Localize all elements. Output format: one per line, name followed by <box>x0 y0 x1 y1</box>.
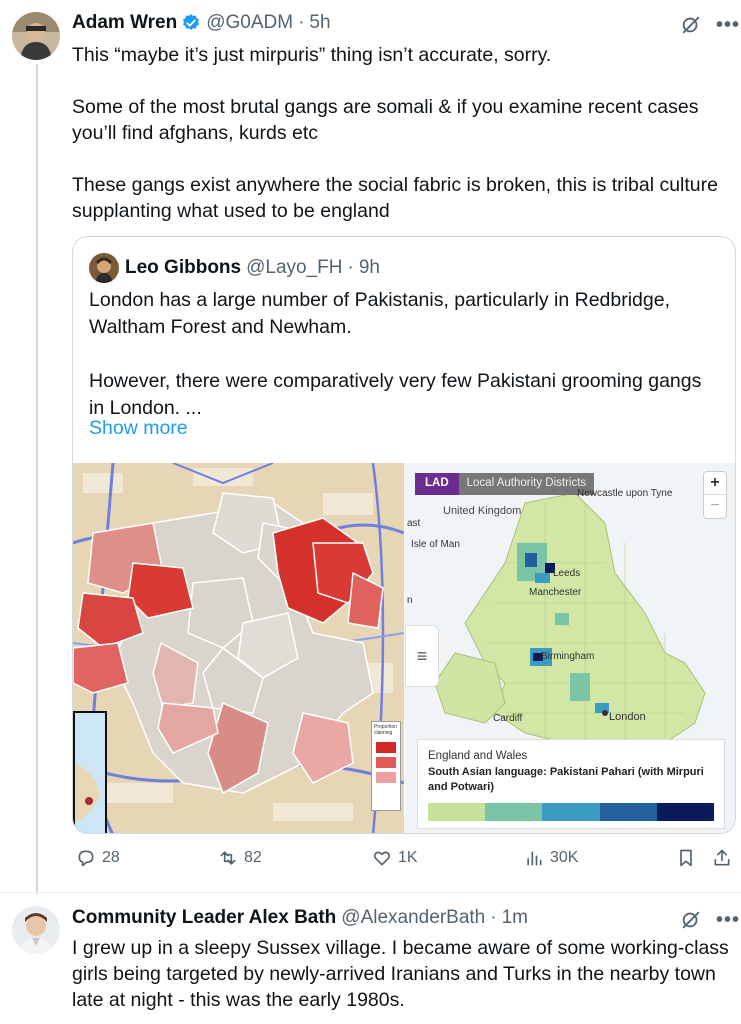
reply-body: I grew up in a sleepy Sussex village. I … <box>72 935 734 1013</box>
place-label: Birmingham <box>541 651 595 662</box>
reply-top-actions: ••• <box>680 909 740 931</box>
like-count: 1K <box>398 849 418 866</box>
more-options-icon[interactable]: ••• <box>716 910 740 930</box>
tweet-action-bar: 28 82 1K 30K <box>72 848 736 878</box>
layer-selector[interactable]: LAD Local Authority Districts <box>415 473 595 495</box>
tweet-separator <box>0 892 741 893</box>
legend-title: England and Wales <box>428 750 528 762</box>
reply-time[interactable]: 1m <box>502 907 528 929</box>
tweet-body: This “maybe it’s just mirpuris” thing is… <box>72 42 732 224</box>
reply-author-name[interactable]: Community Leader Alex Bath <box>72 907 336 929</box>
scale-step <box>656 803 715 821</box>
scale-step <box>542 803 600 821</box>
legend-swatch-mid <box>376 757 396 768</box>
map-legend: England and Wales South Asian language: … <box>417 739 725 829</box>
scale-step <box>428 803 486 821</box>
lad-layer-name[interactable]: Local Authority Districts <box>458 473 595 495</box>
quote-paragraph: London has a large number of Pakistanis,… <box>89 289 671 338</box>
place-label: ast <box>407 518 421 529</box>
share-button[interactable] <box>712 848 732 868</box>
separator-dot: · <box>490 907 497 928</box>
repost-count: 82 <box>244 849 262 866</box>
tweet-top-actions: ••• <box>680 14 740 36</box>
separator-dot: · <box>347 257 354 278</box>
author-handle[interactable]: @G0ADM <box>206 12 293 34</box>
tweet-time[interactable]: 5h <box>309 12 330 34</box>
separator-dot: · <box>298 12 305 33</box>
place-label: London <box>609 711 646 723</box>
repost-button[interactable]: 82 <box>218 848 262 868</box>
zoom-out-button[interactable]: − <box>704 495 726 518</box>
grok-icon[interactable] <box>680 14 702 36</box>
quote-paragraph: However, there were comparatively very f… <box>89 370 702 419</box>
legend-subtitle: South Asian language: Pakistani Pahari (… <box>428 766 704 793</box>
place-label: United Kingdom <box>443 505 522 517</box>
show-more-link[interactable]: Show more <box>89 417 188 440</box>
place-label: n <box>407 595 413 606</box>
quote-body: London has a large number of Pakistanis,… <box>89 287 719 422</box>
legend-swatch-low <box>376 772 396 783</box>
scale-step <box>485 803 543 821</box>
author-avatar[interactable] <box>12 12 60 60</box>
zoom-in-button[interactable]: + <box>704 472 726 495</box>
share-icon <box>714 849 730 866</box>
like-button[interactable]: 1K <box>372 848 418 868</box>
bookmark-icon <box>680 849 692 867</box>
zoom-controls: + − <box>703 471 727 519</box>
quote-time[interactable]: 9h <box>359 257 380 279</box>
repost-icon <box>220 851 236 865</box>
england-wales-map[interactable]: LAD Local Authority Districts + − ≡ Newc… <box>405 463 735 833</box>
bookmark-button[interactable] <box>676 848 696 868</box>
views-chart-icon <box>527 851 542 866</box>
quote-header: Leo Gibbons @Layo_FH · 9h <box>89 253 380 283</box>
map-inset <box>73 711 107 833</box>
quote-author-handle[interactable]: @Layo_FH <box>246 257 342 279</box>
reply-icon <box>78 850 94 867</box>
london-map-graphic <box>73 463 404 833</box>
quoted-tweet[interactable]: Leo Gibbons @Layo_FH · 9h London has a l… <box>72 236 736 834</box>
reply-author-handle[interactable]: @AlexanderBath <box>341 907 485 929</box>
place-label: Leeds <box>553 568 581 579</box>
legend-swatch-high <box>376 742 396 753</box>
reply-header: Community Leader Alex Bath @AlexanderBat… <box>72 907 528 929</box>
london-borough-map[interactable]: Proportion claiming <box>73 463 404 833</box>
lad-tag[interactable]: LAD <box>415 473 459 495</box>
reply-text: I grew up in a sleepy Sussex village. I … <box>72 937 729 1011</box>
quote-author-name[interactable]: Leo Gibbons <box>125 257 241 279</box>
proportion-legend: Proportion claiming <box>371 721 401 811</box>
map-menu-button[interactable]: ≡ <box>405 625 439 687</box>
thread-line <box>36 64 38 894</box>
place-label: Cardiff <box>493 713 523 724</box>
views-button[interactable]: 30K <box>524 848 578 868</box>
view-count: 30K <box>550 849 579 866</box>
quote-author-avatar[interactable] <box>89 253 119 283</box>
scale-step <box>599 803 657 821</box>
more-options-icon[interactable]: ••• <box>716 15 740 35</box>
verified-badge-icon <box>183 14 200 30</box>
reply-count: 28 <box>102 849 120 866</box>
legend-color-scale <box>428 803 715 821</box>
proportion-legend-label: Proportion claiming <box>374 724 398 736</box>
author-name[interactable]: Adam Wren <box>72 12 177 34</box>
place-label: Isle of Man <box>411 539 460 550</box>
place-label: Manchester <box>529 587 582 598</box>
grok-icon[interactable] <box>680 909 702 931</box>
reply-button[interactable]: 28 <box>76 848 120 868</box>
tweet-paragraph: These gangs exist anywhere the social fa… <box>72 174 718 222</box>
heart-icon <box>373 851 391 866</box>
tweet-header: Adam Wren @G0ADM · 5h <box>72 12 331 34</box>
tweet-paragraph: Some of the most brutal gangs are somali… <box>72 96 699 144</box>
place-label: Newcastle upon Tyne <box>577 488 673 499</box>
reply-author-avatar[interactable] <box>12 906 60 954</box>
tweet-paragraph: This “maybe it’s just mirpuris” thing is… <box>72 44 552 66</box>
